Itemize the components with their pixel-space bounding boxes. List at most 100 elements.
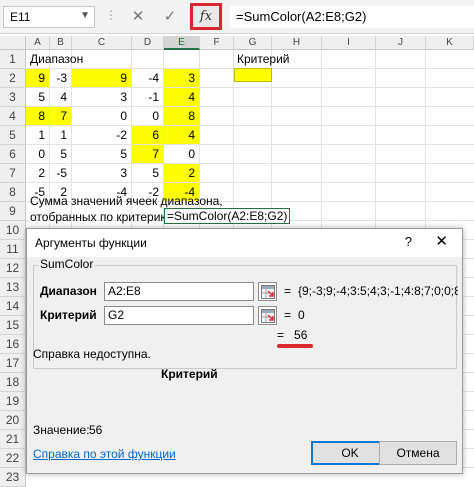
row-header[interactable]: 5 (0, 126, 26, 145)
column-header-j[interactable]: J (376, 36, 426, 50)
data-cell[interactable]: 6 (132, 126, 164, 145)
insert-function-button[interactable]: fx (190, 3, 222, 30)
row-header[interactable]: 16 (0, 335, 26, 354)
column-header-c[interactable]: C (72, 36, 132, 50)
row-header[interactable]: 12 (0, 259, 26, 278)
data-cell[interactable]: 2 (26, 164, 50, 183)
data-cell[interactable]: 2 (164, 164, 200, 183)
column-header-d[interactable]: D (132, 36, 164, 50)
row-header[interactable]: 9 (0, 202, 26, 221)
row-header[interactable]: 17 (0, 354, 26, 373)
function-arguments-dialog: Аргументы функции ? ✕ SumColor Диапазон … (26, 228, 463, 474)
row-header[interactable]: 11 (0, 240, 26, 259)
row-header[interactable]: 22 (0, 449, 26, 468)
data-cell[interactable]: 4 (50, 88, 72, 107)
formula-input[interactable]: =SumColor(A2:E8;G2) (230, 6, 474, 28)
range-label-cell[interactable]: Диапазон (30, 50, 83, 69)
drag-handle-icon[interactable]: ⋮ (105, 8, 118, 22)
row-header[interactable]: 10 (0, 221, 26, 240)
data-cell[interactable]: 8 (164, 107, 200, 126)
function-name: SumColor (38, 257, 96, 271)
arg-label-range: Диапазон (40, 284, 97, 298)
range-result: {9;-3;9;-4;3:5;4;3;-1;4:8;7;0;0;8:1;1;-2… (298, 284, 458, 298)
row-header[interactable]: 14 (0, 297, 26, 316)
data-cell[interactable]: 0 (26, 145, 50, 164)
data-cell[interactable]: 5 (26, 88, 50, 107)
row-header[interactable]: 21 (0, 430, 26, 449)
row-header[interactable]: 4 (0, 107, 26, 126)
row-header[interactable]: 3 (0, 88, 26, 107)
column-header-f[interactable]: F (200, 36, 234, 50)
data-cell[interactable]: -1 (132, 88, 164, 107)
data-cell[interactable]: 9 (72, 69, 132, 88)
row-header[interactable]: 15 (0, 316, 26, 335)
row-header[interactable]: 1 (0, 50, 26, 69)
data-cell[interactable]: 1 (26, 126, 50, 145)
arg-label-criteria: Критерий (40, 308, 97, 322)
row-header[interactable]: 13 (0, 278, 26, 297)
arg-description-title: Критерий (161, 367, 218, 381)
help-link[interactable]: Справка по этой функции (33, 447, 176, 461)
data-cell[interactable]: 8 (26, 107, 50, 126)
data-cell[interactable]: 4 (164, 88, 200, 107)
criteria-result: 0 (298, 308, 305, 322)
collapse-dialog-icon[interactable] (258, 282, 277, 301)
equals-sign: = (284, 308, 292, 322)
ok-button[interactable]: OK (311, 441, 389, 465)
data-cell[interactable]: -3 (50, 69, 72, 88)
data-cell[interactable]: 5 (72, 145, 132, 164)
cancel-formula-button[interactable]: ✕ (126, 6, 150, 28)
criteria-input[interactable]: G2 (104, 306, 254, 325)
data-cell[interactable]: 7 (50, 107, 72, 126)
data-cell[interactable]: -4 (132, 69, 164, 88)
row-header[interactable]: 18 (0, 373, 26, 392)
data-cell[interactable]: 5 (50, 145, 72, 164)
chevron-down-icon[interactable]: ▼ (80, 10, 90, 21)
name-box-value: E11 (10, 10, 31, 24)
data-cell[interactable]: 0 (132, 107, 164, 126)
row-header[interactable]: 8 (0, 183, 26, 202)
help-unavailable-text: Справка недоступна. (33, 347, 151, 361)
collapse-dialog-icon[interactable] (258, 306, 277, 325)
dialog-title-bar[interactable]: Аргументы функции ? ✕ (27, 229, 462, 257)
data-cell[interactable]: 3 (72, 164, 132, 183)
data-cell[interactable]: -5 (50, 164, 72, 183)
row-header[interactable]: 2 (0, 69, 26, 88)
row-header[interactable]: 6 (0, 145, 26, 164)
column-header-e[interactable]: E (164, 36, 200, 50)
cancel-button[interactable]: Отмена (379, 441, 457, 465)
row-header[interactable]: 20 (0, 411, 26, 430)
criteria-color-cell[interactable] (234, 68, 272, 82)
column-header-i[interactable]: I (322, 36, 376, 50)
data-cell[interactable]: 4 (164, 126, 200, 145)
data-cell[interactable]: 3 (164, 69, 200, 88)
column-header-b[interactable]: B (50, 36, 72, 50)
data-cell[interactable]: 7 (132, 145, 164, 164)
value-text: 56 (89, 423, 103, 437)
description-line-2[interactable]: отобранных по критерию (30, 208, 169, 227)
data-cell[interactable]: 9 (26, 69, 50, 88)
data-cell[interactable]: -2 (72, 126, 132, 145)
data-cell[interactable]: 1 (50, 126, 72, 145)
name-box[interactable]: E11 ▼ (3, 6, 95, 28)
column-header-h[interactable]: H (272, 36, 322, 50)
close-icon[interactable]: ✕ (435, 232, 448, 250)
row-header[interactable]: 23 (0, 468, 26, 487)
column-header-a[interactable]: A (26, 36, 50, 50)
help-icon[interactable]: ? (405, 234, 412, 249)
data-cell[interactable]: 0 (72, 107, 132, 126)
column-header-g[interactable]: G (234, 36, 272, 50)
select-all-corner[interactable] (0, 36, 26, 50)
data-cell[interactable]: 0 (164, 145, 200, 164)
row-header[interactable]: 7 (0, 164, 26, 183)
data-cell[interactable]: 5 (132, 164, 164, 183)
active-formula-cell[interactable]: =SumColor(A2:E8;G2) (164, 208, 291, 224)
equals-sign: = (277, 328, 285, 342)
column-header-k[interactable]: K (426, 36, 474, 50)
range-input[interactable]: A2:E8 (104, 282, 254, 301)
formula-bar: E11 ▼ ⋮ ✕ ✓ fx =SumColor(A2:E8;G2) (0, 0, 474, 34)
data-cell[interactable]: 3 (72, 88, 132, 107)
enter-formula-button[interactable]: ✓ (158, 6, 182, 28)
criteria-label-cell[interactable]: Критерий (237, 50, 289, 69)
row-header[interactable]: 19 (0, 392, 26, 411)
